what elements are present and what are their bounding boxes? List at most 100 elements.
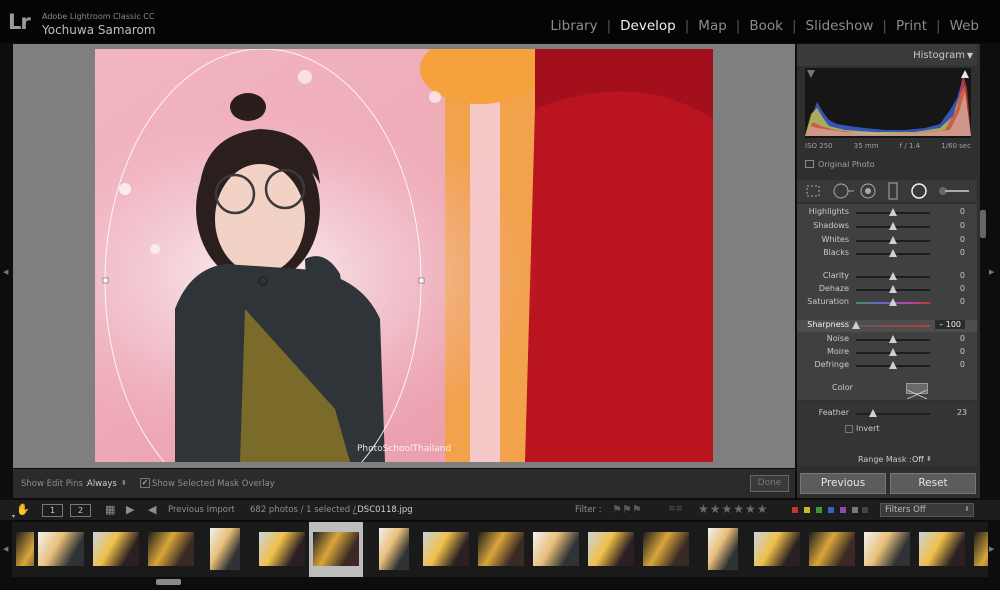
module-print[interactable]: Print (887, 18, 936, 34)
dropdown-chevron-icon[interactable]: ⬍ (926, 455, 932, 463)
slider-sharpness[interactable]: Sharpness – 100 (797, 320, 977, 332)
radial-filter-icon[interactable] (911, 183, 927, 199)
histogram-header[interactable]: Histogram ▼ (797, 44, 977, 66)
source-label[interactable]: Previous Import (168, 505, 235, 515)
filmstrip-thumbnail[interactable] (860, 522, 914, 577)
slider-thumb[interactable] (889, 236, 897, 244)
secondary-view-button[interactable]: 2 (70, 504, 91, 517)
done-button[interactable]: Done (750, 475, 789, 492)
slider-thumb[interactable] (889, 285, 897, 293)
slider-thumb[interactable] (889, 249, 897, 257)
dropdown-chevron-icon[interactable]: ⬍ (121, 479, 127, 487)
slider-value[interactable]: – 100 (935, 320, 965, 329)
stack-filter-icon[interactable]: ≡≡ (668, 504, 683, 514)
red-label-filter[interactable] (792, 507, 798, 513)
crop-overlay-icon[interactable] (806, 185, 820, 197)
invert-checkbox[interactable] (845, 425, 853, 433)
spot-removal-icon[interactable] (833, 183, 854, 199)
slider-highlights[interactable]: Highlights 0 (797, 207, 977, 219)
slider-moire[interactable]: Moire 0 (797, 347, 977, 359)
filmstrip-thumbnail[interactable] (34, 522, 88, 577)
filmstrip-thumbnail[interactable] (144, 522, 198, 577)
mask-color-swatch[interactable] (906, 383, 928, 400)
feather-track[interactable] (856, 413, 930, 415)
slider-thumb[interactable] (889, 361, 897, 369)
mask-overlay-checkbox[interactable]: ✓ (140, 478, 150, 488)
filmstrip-thumbnail[interactable] (474, 522, 528, 577)
right-panel-toggle-icon[interactable]: ▶ (989, 268, 994, 276)
original-photo-checkbox[interactable] (805, 160, 814, 168)
hand-menu-chevron-icon[interactable]: ▾ (12, 513, 15, 520)
slider-thumb[interactable] (889, 335, 897, 343)
filmstrip-right-icon[interactable]: ▶ (989, 545, 994, 553)
filmstrip-thumbnail[interactable] (373, 522, 415, 577)
collapse-triangle-icon[interactable]: ▼ (967, 51, 973, 60)
filmstrip-thumbnail[interactable] (750, 522, 804, 577)
graduated-filter-icon[interactable] (888, 182, 898, 200)
panel-scrollbar[interactable] (980, 210, 986, 238)
slider-value[interactable]: 0 (960, 347, 965, 356)
slider-value[interactable]: 0 (960, 334, 965, 343)
reset-button[interactable]: Reset (890, 473, 976, 494)
purple-label-filter[interactable] (840, 507, 846, 513)
selected-filename[interactable]: _DSC0118.jpg (353, 505, 413, 515)
module-develop[interactable]: Develop (611, 18, 685, 34)
histogram-graph[interactable] (805, 68, 971, 138)
filmstrip-thumbnail[interactable] (702, 522, 744, 577)
edit-pins-dropdown[interactable]: Always (87, 479, 117, 489)
slider-whites[interactable]: Whites 0 (797, 235, 977, 247)
filmstrip-scrollbar[interactable] (156, 579, 181, 585)
hand-icon[interactable]: ✋ (16, 503, 30, 516)
feather-slider[interactable]: Feather 23 (797, 408, 977, 420)
module-slideshow[interactable]: Slideshow (797, 18, 883, 34)
slider-shadows[interactable]: Shadows 0 (797, 221, 977, 233)
primary-view-button[interactable]: 1 (42, 504, 63, 517)
module-library[interactable]: Library (541, 18, 606, 34)
filmstrip-thumbnail[interactable] (89, 522, 143, 577)
left-panel-toggle-icon[interactable]: ◀ (3, 268, 8, 276)
filmstrip-thumbnail[interactable] (915, 522, 969, 577)
module-book[interactable]: Book (740, 18, 792, 34)
flag-filter-icon[interactable]: ⚑⚑⚑ (612, 503, 642, 516)
slider-blacks[interactable]: Blacks 0 (797, 248, 977, 260)
slider-thumb[interactable] (852, 321, 860, 329)
slider-value[interactable]: 0 (960, 271, 965, 280)
slider-saturation[interactable]: Saturation 0 (797, 297, 977, 309)
slider-value[interactable]: 0 (960, 360, 965, 369)
grey-label-filter[interactable] (852, 507, 858, 513)
filters-dropdown[interactable]: Filters Off ⬍ (880, 503, 974, 517)
slider-thumb[interactable] (889, 298, 897, 306)
filmstrip-thumbnail[interactable] (639, 522, 693, 577)
shadow-clip-icon[interactable] (807, 70, 815, 78)
slider-value[interactable]: 0 (960, 248, 965, 257)
green-label-filter[interactable] (816, 507, 822, 513)
slider-dehaze[interactable]: Dehaze 0 (797, 284, 977, 296)
filmstrip-thumbnail[interactable] (529, 522, 583, 577)
range-mask-dropdown[interactable]: Off (912, 455, 924, 464)
slider-clarity[interactable]: Clarity 0 (797, 271, 977, 283)
highlight-clip-icon[interactable] (961, 70, 969, 78)
radial-handle-right[interactable] (418, 277, 425, 284)
slider-thumb[interactable] (889, 272, 897, 280)
radial-handle-left[interactable] (102, 277, 109, 284)
filmstrip[interactable] (12, 522, 988, 577)
slider-value[interactable]: 0 (960, 207, 965, 216)
filmstrip-thumbnail[interactable] (419, 522, 473, 577)
previous-button[interactable]: Previous (800, 473, 886, 494)
filmstrip-thumbnail[interactable] (584, 522, 638, 577)
filmstrip-thumbnail[interactable] (309, 522, 363, 577)
main-photo[interactable]: PhotoSchoolThailand (95, 49, 713, 462)
forward-arrow-icon[interactable]: ▶ (126, 503, 134, 516)
slider-track[interactable] (856, 325, 930, 327)
filmstrip-thumbnail[interactable] (255, 522, 309, 577)
slider-thumb[interactable] (889, 222, 897, 230)
back-arrow-icon[interactable]: ◀ (148, 503, 156, 516)
yellow-label-filter[interactable] (804, 507, 810, 513)
no-label-filter[interactable] (862, 507, 868, 513)
slider-noise[interactable]: Noise 0 (797, 334, 977, 346)
slider-value[interactable]: 0 (960, 235, 965, 244)
module-web[interactable]: Web (941, 18, 988, 34)
slider-value[interactable]: 0 (960, 221, 965, 230)
star-rating-filter[interactable]: ★★★★★★ (698, 502, 769, 516)
filmstrip-thumbnail[interactable] (970, 522, 988, 577)
